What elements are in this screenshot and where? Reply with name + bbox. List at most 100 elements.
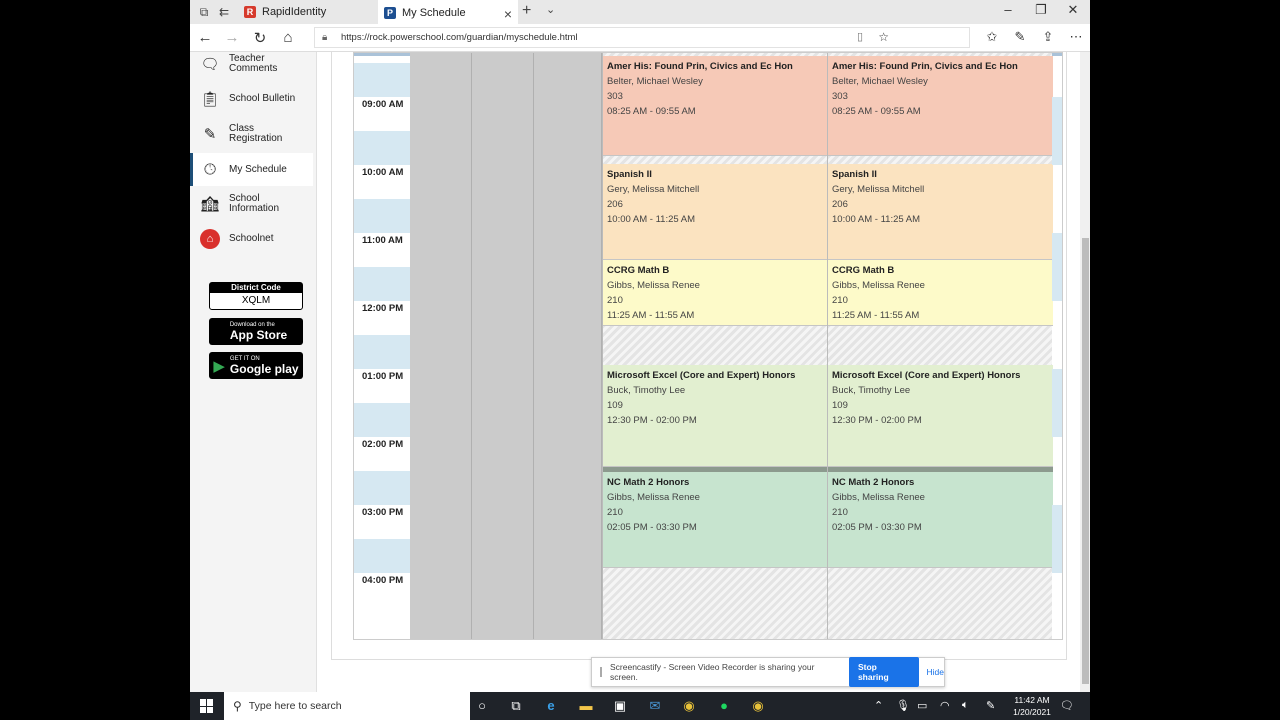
search-placeholder: Type here to search [248,700,342,712]
sidebar-item-my-schedule[interactable]: 🕓︎ My Schedule [190,153,313,186]
time-slot: 11:00 AM [354,233,410,301]
app-store-badge[interactable]: Download on the App Store [209,318,303,345]
page: 🗨︎ Teacher Comments 📋︎ School Bulletin ✎… [190,52,1090,692]
empty-day-column [534,53,602,639]
reading-view-icon[interactable]: ▯ [857,28,863,47]
district-code-label: District Code [210,283,302,293]
chrome-icon[interactable]: ◉ [749,697,767,715]
scrollbar-thumb[interactable] [1082,238,1089,684]
class-teacher: Gibbs, Melissa Renee [607,280,700,291]
favorite-star-icon[interactable]: ☆ [878,28,889,47]
url-text: https://rock.powerschool.com/guardian/my… [341,32,578,43]
tab-my-schedule[interactable]: P My Schedule × [378,0,518,24]
back-icon[interactable]: ← [196,29,214,46]
battery-icon[interactable]: ▭ [917,699,927,712]
clock-time: 11:42 AM [1014,695,1050,705]
class-teacher: Gibbs, Melissa Renee [607,492,700,503]
store-icon[interactable]: ▣ [611,697,629,715]
refresh-icon[interactable]: ↻ [251,29,269,47]
close-tab-icon[interactable]: × [504,6,512,22]
notifications-icon[interactable]: 🗨︎ [1060,699,1074,712]
google-play-badge[interactable]: ▶ GET IT ON Google play [209,352,303,379]
clock[interactable]: 11:42 AM 1/20/2021 [1004,694,1060,718]
search-icon: ⚲ [233,699,242,713]
class-block[interactable]: NC Math 2 Honors Gibbs, Melissa Renee 21… [603,472,828,568]
taskbar-search[interactable]: ⚲ Type here to search [224,692,470,720]
spotify-icon[interactable]: ● [715,697,733,715]
show-hidden-icons-icon[interactable]: ⌃ [874,699,883,712]
forward-icon[interactable]: → [223,29,241,46]
sidebar-item-label: School Bulletin [229,93,296,104]
close-window-icon[interactable]: ✕ [1058,2,1088,18]
favorites-icon[interactable]: ✩ [983,29,1001,45]
class-block[interactable]: CCRG Math B Gibbs, Melissa Renee 210 11:… [828,260,1053,326]
sidebar-item-schoolnet[interactable]: ⌂ Schoolnet [190,224,313,254]
chevron-down-icon[interactable]: ⌄ [546,3,555,16]
time-slot: 09:00 AM [354,97,410,165]
minimize-icon[interactable]: – [993,2,1023,17]
share-icon[interactable]: ⇪ [1039,29,1057,45]
sidebar-item-class-registration[interactable]: ✎ Class Registration [190,119,313,149]
bulletin-icon: 📋︎ [200,91,220,108]
sidebar-item-school-information[interactable]: 🏫︎ School Information [190,189,313,219]
schedule-panel: 09:00 AM 10:00 AM 11:00 AM 12:00 PM 01:0… [331,52,1067,660]
edge-icon[interactable]: e [542,697,560,715]
class-time: 11:25 AM - 11:55 AM [832,310,920,321]
file-explorer-icon[interactable]: ▬ [577,697,595,715]
class-time: 02:05 PM - 03:30 PM [607,522,697,533]
time-label: 10:00 AM [362,167,404,178]
empty-day-column [472,53,534,639]
class-room: 210 [832,295,848,306]
class-room: 210 [832,507,848,518]
pen-icon[interactable]: ✎ [1011,29,1029,45]
drag-handle-icon[interactable] [600,667,602,677]
class-name: Amer His: Found Prin, Civics and Ec Hon [832,61,1018,72]
main-content: 09:00 AM 10:00 AM 11:00 AM 12:00 PM 01:0… [318,52,1080,692]
sidebar-item-school-bulletin[interactable]: 📋︎ School Bulletin [190,84,313,114]
task-view-icon[interactable]: ⧉ [507,697,525,715]
address-toolbar: ← → ↻ ⌂ 🔒︎ https://rock.powerschool.com/… [190,24,1090,52]
class-block[interactable]: Amer His: Found Prin, Civics and Ec Hon … [828,56,1053,156]
sidebar-item-label: My Schedule [229,163,287,175]
class-room: 206 [832,199,848,210]
class-block[interactable]: NC Math 2 Honors Gibbs, Melissa Renee 21… [828,472,1053,568]
address-bar[interactable]: 🔒︎ https://rock.powerschool.com/guardian… [314,27,970,48]
class-room: 210 [607,295,623,306]
class-block[interactable]: Amer His: Found Prin, Civics and Ec Hon … [603,56,828,156]
cortana-icon[interactable]: ○ [473,697,491,715]
stop-sharing-button[interactable]: Stop sharing [848,657,919,687]
class-teacher: Belter, Michael Wesley [832,76,928,87]
share-message: Screencastify - Screen Video Recorder is… [610,662,815,682]
chrome-icon[interactable]: ◉ [680,697,698,715]
tab-rapididentity[interactable]: R RapidIdentity [238,0,374,24]
wifi-icon[interactable]: ◠ [940,699,950,712]
class-block[interactable]: Microsoft Excel (Core and Expert) Honors… [603,365,828,467]
pen-workspace-icon[interactable]: ✎ [986,699,995,712]
tab-actions-icon[interactable]: ⧉ [196,4,212,20]
class-block[interactable]: Spanish II Gery, Melissa Mitchell 206 10… [603,164,828,260]
tab-label: RapidIdentity [262,6,327,18]
new-tab-icon[interactable]: + [522,2,531,20]
class-block[interactable]: CCRG Math B Gibbs, Melissa Renee 210 11:… [603,260,828,326]
home-icon[interactable]: ⌂ [279,29,297,46]
mail-icon[interactable]: ✉ [646,697,664,715]
volume-icon[interactable]: 🔈︎ [962,699,969,712]
maximize-icon[interactable]: ❐ [1026,2,1056,18]
class-room: 303 [607,91,623,102]
day-column: Amer His: Found Prin, Civics and Ec Hon … [602,53,828,639]
tab-bar: ⧉ ⇇ R RapidIdentity P My Schedule × + ⌄ … [190,0,1090,24]
class-name: NC Math 2 Honors [607,477,690,488]
time-slot [354,53,410,97]
page-scrollbar[interactable] [1080,52,1090,692]
class-block[interactable]: Spanish II Gery, Melissa Mitchell 206 10… [828,164,1053,260]
class-block[interactable]: Microsoft Excel (Core and Expert) Honors… [828,365,1053,467]
hide-button[interactable]: Hide [927,667,944,677]
more-icon[interactable]: ⋯ [1067,29,1085,45]
microphone-icon[interactable]: 🎙︎ [896,699,910,712]
time-slot: 10:00 AM [354,165,410,233]
windows-start-icon[interactable] [200,699,214,713]
set-aside-tabs-icon[interactable]: ⇇ [216,4,232,20]
google-play-icon: ▶ [213,357,225,375]
sidebar-item-teacher-comments[interactable]: 🗨︎ Teacher Comments [190,49,313,79]
class-room: 303 [832,91,848,102]
